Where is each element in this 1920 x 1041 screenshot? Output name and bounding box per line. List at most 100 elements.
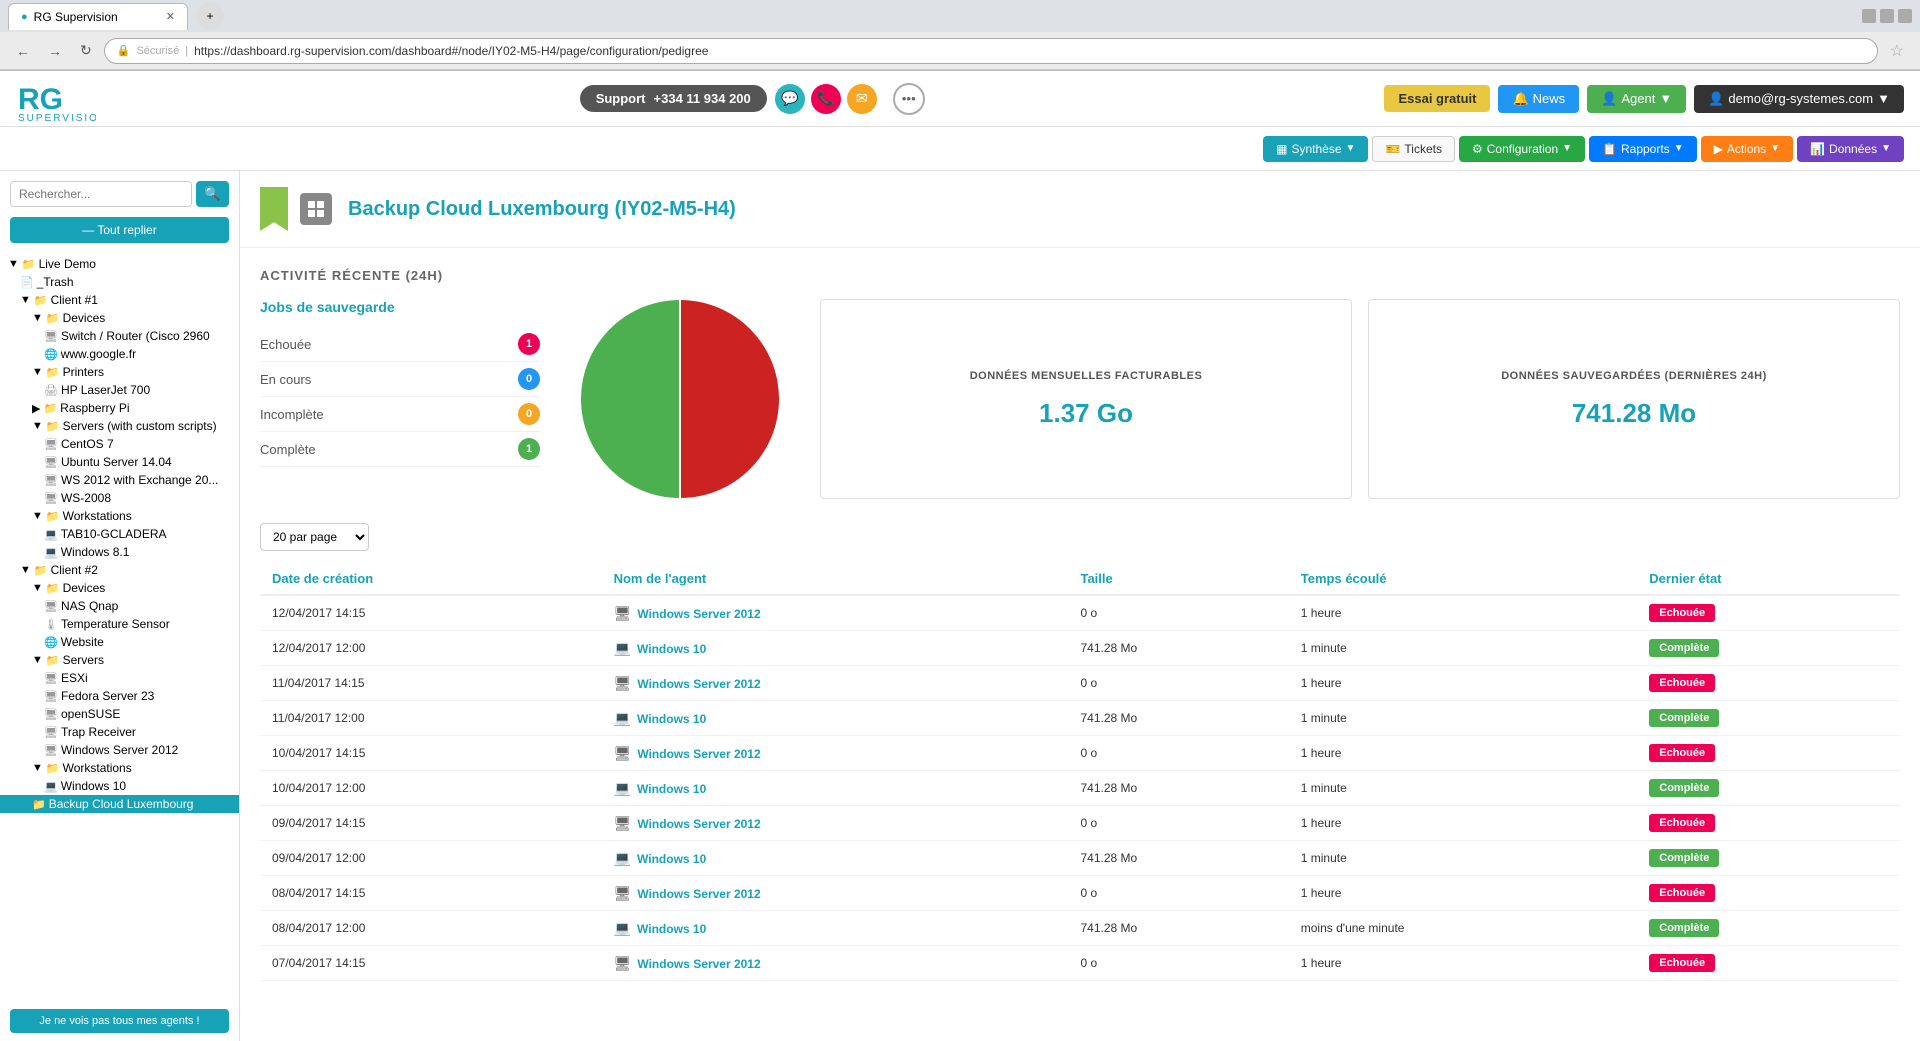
sidebar-item-temperature-sensor[interactable]: 🌡 Temperature Sensor xyxy=(0,615,239,633)
more-options-button[interactable]: ••• xyxy=(893,83,925,115)
sidebar-item-trash[interactable]: 📄 _Trash xyxy=(0,273,239,291)
tab-close-button[interactable]: ✕ xyxy=(166,10,175,23)
chat-icon[interactable]: 💬 xyxy=(775,84,805,114)
tab-actions[interactable]: ▶ Actions ▼ xyxy=(1701,136,1794,162)
table-cell-agent: 💻Windows 10 xyxy=(602,701,1069,736)
agent-link[interactable]: Windows Server 2012 xyxy=(637,957,760,971)
sidebar-item-servers-custom[interactable]: ▼ 📁 Servers (with custom scripts) xyxy=(0,417,239,435)
table-header-size[interactable]: Taille xyxy=(1068,563,1288,595)
table-cell-status: Echouée xyxy=(1637,736,1900,771)
agent-link[interactable]: Windows Server 2012 xyxy=(637,607,760,621)
sidebar-item-windows-server-2012[interactable]: 🖥 Windows Server 2012 xyxy=(0,741,239,759)
sidebar-item-google[interactable]: 🌐 www.google.fr xyxy=(0,345,239,363)
agent-link[interactable]: Windows 10 xyxy=(637,712,706,726)
sidebar-item-fedora[interactable]: 🖥 Fedora Server 23 xyxy=(0,687,239,705)
job-row-echouee: Echouée 1 xyxy=(260,327,540,362)
table-header-agent[interactable]: Nom de l'agent xyxy=(602,563,1069,595)
agent-link[interactable]: Windows Server 2012 xyxy=(637,817,760,831)
workstation-row-icon: 💻 xyxy=(614,920,631,936)
search-input[interactable] xyxy=(10,181,192,207)
forward-button[interactable]: → xyxy=(42,39,68,63)
stat-card-monthly-title: DONNÉES MENSUELLES FACTURABLES xyxy=(970,370,1203,382)
table-cell-status: Echouée xyxy=(1637,876,1900,911)
sidebar-item-trap-receiver[interactable]: 🖥 Trap Receiver xyxy=(0,723,239,741)
status-badge: Echouée xyxy=(1649,814,1715,832)
collapse-all-button[interactable]: — Tout replier xyxy=(10,217,229,243)
donnees-dropdown-arrow: ▼ xyxy=(1881,143,1891,154)
phone-number: +334 11 934 200 xyxy=(654,91,751,106)
phone-icon[interactable]: 📞 xyxy=(811,84,841,114)
user-account-button[interactable]: 👤 demo@rg-systemes.com ▼ xyxy=(1694,85,1904,113)
sidebar-item-esxi[interactable]: 🖥 ESXi xyxy=(0,669,239,687)
news-button[interactable]: 🔔 News xyxy=(1498,85,1579,113)
table-header-time[interactable]: Temps écoulé xyxy=(1289,563,1638,595)
agent-warning-button[interactable]: Je ne vois pas tous mes agents ! xyxy=(10,1009,229,1033)
search-button[interactable]: 🔍 xyxy=(196,181,229,207)
sidebar-item-nas-qnap[interactable]: 🖥 NAS Qnap xyxy=(0,597,239,615)
table-header-status[interactable]: Dernier état xyxy=(1637,563,1900,595)
synthese-dropdown-arrow: ▼ xyxy=(1346,143,1356,154)
bookmark-button[interactable]: ☆ xyxy=(1884,39,1910,63)
agent-link[interactable]: Windows 10 xyxy=(637,782,706,796)
url-separator: | xyxy=(185,45,188,57)
tab-tickets[interactable]: 🎫 Tickets xyxy=(1372,136,1455,162)
per-page-select[interactable]: 20 par page 50 par page 100 par page xyxy=(260,523,369,551)
status-badge: Complète xyxy=(1649,639,1719,657)
status-badge: Complète xyxy=(1649,849,1719,867)
agent-link[interactable]: Windows Server 2012 xyxy=(637,677,760,691)
agent-link[interactable]: Windows Server 2012 xyxy=(637,887,760,901)
essai-gratuit-button[interactable]: Essai gratuit xyxy=(1384,85,1490,112)
sidebar-item-workstations-c2[interactable]: ▼ 📁 Workstations xyxy=(0,759,239,777)
sidebar-item-website[interactable]: 🌐 Website xyxy=(0,633,239,651)
sidebar-item-switch[interactable]: 🖥 Switch / Router (Cisco 2960 xyxy=(0,327,239,345)
device-icon: 💻 xyxy=(44,528,58,541)
sidebar-item-tab10[interactable]: 💻 TAB10-GCLADERA xyxy=(0,525,239,543)
tab-configuration[interactable]: ⚙ Configuration ▼ xyxy=(1459,136,1585,162)
new-tab-button[interactable]: + xyxy=(196,2,224,30)
grid-icon xyxy=(307,200,325,218)
close-button[interactable] xyxy=(1898,9,1912,23)
sidebar-item-centos7[interactable]: 🖥 CentOS 7 xyxy=(0,435,239,453)
sidebar-item-ws2012[interactable]: 🖥 WS 2012 with Exchange 20... xyxy=(0,471,239,489)
backup-jobs-table: Date de création Nom de l'agent Taille T… xyxy=(260,563,1900,981)
agent-link[interactable]: Windows 10 xyxy=(637,852,706,866)
sidebar-item-servers-c2[interactable]: ▼ 📁 Servers xyxy=(0,651,239,669)
sidebar-item-devices-c2[interactable]: ▼ 📁 Devices xyxy=(0,579,239,597)
table-header-date[interactable]: Date de création xyxy=(260,563,602,595)
sidebar-item-hp-laserjet[interactable]: 🖨 HP LaserJet 700 xyxy=(0,381,239,399)
sidebar-item-printers[interactable]: ▼ 📁 Printers xyxy=(0,363,239,381)
reload-button[interactable]: ↻ xyxy=(74,38,98,63)
sidebar-item-client2[interactable]: ▼ 📁 Client #2 xyxy=(0,561,239,579)
sidebar-item-opensuse[interactable]: 🖥 openSUSE xyxy=(0,705,239,723)
address-bar[interactable]: 🔒 Sécurisé | https://dashboard.rg-superv… xyxy=(104,38,1878,64)
sidebar-item-ubuntu[interactable]: 🖥 Ubuntu Server 14.04 xyxy=(0,453,239,471)
maximize-button[interactable] xyxy=(1880,9,1894,23)
sidebar-item-windows10[interactable]: 💻 Windows 10 xyxy=(0,777,239,795)
sidebar-item-live-demo[interactable]: ▼ 📁 Live Demo xyxy=(0,255,239,273)
support-label: Support xyxy=(596,91,646,106)
sidebar-item-ws2008[interactable]: 🖥 WS-2008 xyxy=(0,489,239,507)
sidebar-item-windows81[interactable]: 💻 Windows 8.1 xyxy=(0,543,239,561)
table-cell-status: Echouée xyxy=(1637,806,1900,841)
server-icon: 🖥 xyxy=(44,690,58,703)
sidebar-item-workstations-c1[interactable]: ▼ 📁 Workstations xyxy=(0,507,239,525)
agent-link[interactable]: Windows Server 2012 xyxy=(637,747,760,761)
expand-icon: ▼ xyxy=(32,510,43,522)
tab-donnees[interactable]: 📊 Données ▼ xyxy=(1797,136,1904,162)
agent-button[interactable]: 👤 Agent ▼ xyxy=(1587,85,1686,113)
grid-view-button[interactable] xyxy=(300,193,332,225)
sidebar-item-devices-c1[interactable]: ▼ 📁 Devices xyxy=(0,309,239,327)
sidebar-item-backup-cloud[interactable]: 📁 Backup Cloud Luxembourg xyxy=(0,795,239,813)
email-icon[interactable]: ✉ xyxy=(847,84,877,114)
browser-tab[interactable]: ● RG Supervision ✕ xyxy=(8,3,188,30)
tab-rapports[interactable]: 📋 Rapports ▼ xyxy=(1589,136,1697,162)
sidebar-item-client1[interactable]: ▼ 📁 Client #1 xyxy=(0,291,239,309)
table-cell-agent: 🖥Windows Server 2012 xyxy=(602,736,1069,771)
agent-link[interactable]: Windows 10 xyxy=(637,922,706,936)
tab-title: RG Supervision xyxy=(34,10,118,24)
back-button[interactable]: ← xyxy=(10,39,36,63)
sidebar-item-raspberry[interactable]: ▶ 📁 Raspberry Pi xyxy=(0,399,239,417)
agent-link[interactable]: Windows 10 xyxy=(637,642,706,656)
minimize-button[interactable] xyxy=(1862,9,1876,23)
tab-synthese[interactable]: ▦ Synthèse ▼ xyxy=(1263,136,1368,162)
